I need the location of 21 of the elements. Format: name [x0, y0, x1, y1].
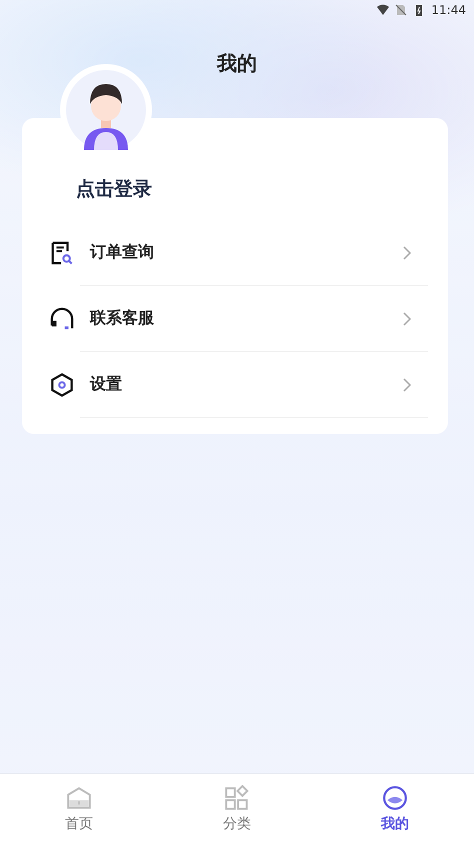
avatar-icon	[66, 70, 146, 150]
document-search-icon	[50, 240, 74, 266]
menu-item[interactable]: 联系客服	[42, 286, 428, 351]
nav-tab[interactable]: 分类	[158, 774, 316, 844]
hexagon-settings-icon	[50, 372, 74, 398]
nav-tab[interactable]: 首页	[0, 774, 158, 844]
smile-icon	[382, 785, 408, 811]
menu-item[interactable]: 订单查询	[42, 220, 428, 285]
wifi-icon	[377, 4, 390, 16]
grid-icon	[224, 785, 250, 811]
home-icon	[66, 785, 92, 811]
nav-tab[interactable]: 我的	[316, 774, 474, 844]
no-sim-icon	[395, 4, 408, 16]
chevron-right-icon	[403, 312, 412, 326]
headset-icon	[50, 306, 74, 332]
chevron-right-icon	[403, 378, 412, 392]
menu-item[interactable]: 设置	[42, 352, 428, 417]
page-title: 我的	[216, 50, 258, 74]
login-link[interactable]: 点击登录	[76, 176, 428, 202]
chevron-right-icon	[403, 246, 412, 260]
status-time: 11:44	[431, 3, 466, 17]
